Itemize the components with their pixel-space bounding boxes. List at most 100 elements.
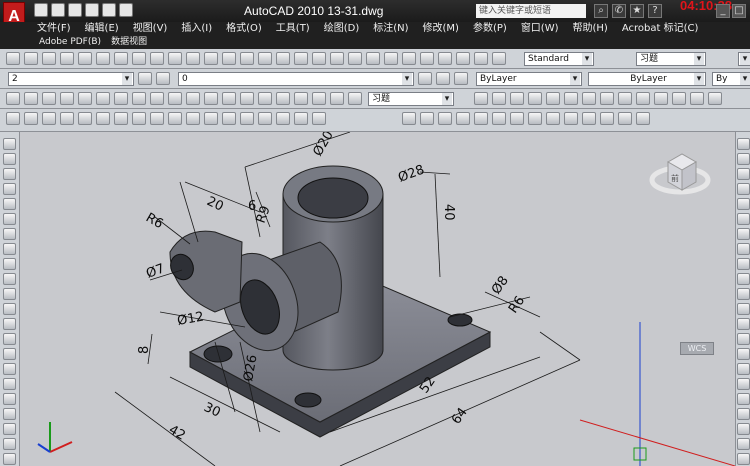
modify-tool-icon[interactable] <box>737 408 750 420</box>
modeling-tool-icon[interactable] <box>96 112 110 125</box>
modeling-tool-icon[interactable] <box>168 112 182 125</box>
modify-tool-icon[interactable] <box>737 138 750 150</box>
menu-modify[interactable]: 修改(M) <box>416 22 466 36</box>
modeling-tool-icon[interactable] <box>618 112 632 125</box>
menu-tools[interactable]: 工具(T) <box>269 22 317 36</box>
menu-view[interactable]: 视图(V) <box>126 22 175 36</box>
standard-tool-icon[interactable] <box>42 52 56 65</box>
draw-tool-icon[interactable] <box>3 288 16 300</box>
open-icon[interactable] <box>51 3 65 17</box>
redo-icon[interactable] <box>102 3 116 17</box>
standard-tool-icon[interactable] <box>402 52 416 65</box>
standard-tool-icon[interactable] <box>240 52 254 65</box>
draw-tool-icon[interactable] <box>3 153 16 165</box>
standard-tool-icon[interactable] <box>438 52 452 65</box>
layer-iso-icon[interactable] <box>454 72 468 85</box>
standard-tool-icon[interactable] <box>204 52 218 65</box>
standard-tool-icon[interactable] <box>348 52 362 65</box>
dimension-tool-icon[interactable] <box>582 92 596 105</box>
modeling-tool-icon[interactable] <box>24 112 38 125</box>
dimension-tool-icon[interactable] <box>348 92 362 105</box>
dimension-tool-icon[interactable] <box>24 92 38 105</box>
draw-tool-icon[interactable] <box>3 213 16 225</box>
modeling-tool-icon[interactable] <box>600 112 614 125</box>
draw-tool-icon[interactable] <box>3 303 16 315</box>
menu-acrobat[interactable]: Acrobat 标记(C) <box>615 22 706 36</box>
lineweight-combo[interactable]: By <box>712 72 750 86</box>
dimension-tool-icon[interactable] <box>312 92 326 105</box>
standard-tool-icon[interactable] <box>150 52 164 65</box>
dimension-tool-icon[interactable] <box>186 92 200 105</box>
menu-window[interactable]: 窗口(W) <box>514 22 566 36</box>
draw-tool-icon[interactable] <box>3 333 16 345</box>
modify-tool-icon[interactable] <box>737 258 750 270</box>
dimension-tool-icon[interactable] <box>474 92 488 105</box>
draw-tool-icon[interactable] <box>3 138 16 150</box>
modify-tool-icon[interactable] <box>737 153 750 165</box>
draw-tool-icon[interactable] <box>3 348 16 360</box>
standard-tool-icon[interactable] <box>168 52 182 65</box>
standard-tool-icon[interactable] <box>78 52 92 65</box>
layer-state-combo[interactable]: 2 <box>8 72 134 86</box>
modeling-tool-icon[interactable] <box>258 112 272 125</box>
draw-tool-icon[interactable] <box>3 423 16 435</box>
modify-tool-icon[interactable] <box>737 363 750 375</box>
modeling-tool-icon[interactable] <box>438 112 452 125</box>
dimension-tool-icon[interactable] <box>690 92 704 105</box>
make-current-icon[interactable] <box>418 72 432 85</box>
modeling-tool-icon[interactable] <box>420 112 434 125</box>
modify-tool-icon[interactable] <box>737 273 750 285</box>
dimension-tool-icon[interactable] <box>672 92 686 105</box>
communication-icon[interactable]: ✆ <box>612 4 626 18</box>
menu-parametric[interactable]: 参数(P) <box>466 22 514 36</box>
standard-tool-icon[interactable] <box>276 52 290 65</box>
modeling-tool-icon[interactable] <box>42 112 56 125</box>
wcs-menu-button[interactable]: WCS <box>680 342 714 355</box>
dimension-tool-icon[interactable] <box>276 92 290 105</box>
modify-tool-icon[interactable] <box>737 333 750 345</box>
save-icon[interactable] <box>68 3 82 17</box>
modeling-tool-icon[interactable] <box>240 112 254 125</box>
modify-tool-icon[interactable] <box>737 198 750 210</box>
draw-tool-icon[interactable] <box>3 198 16 210</box>
dimension-tool-icon[interactable] <box>546 92 560 105</box>
draw-tool-icon[interactable] <box>3 408 16 420</box>
modify-tool-icon[interactable] <box>737 438 750 450</box>
menu-edit[interactable]: 编辑(E) <box>78 22 126 36</box>
modeling-tool-icon[interactable] <box>402 112 416 125</box>
modify-tool-icon[interactable] <box>737 288 750 300</box>
dimension-tool-icon[interactable] <box>96 92 110 105</box>
dimension-tool-icon[interactable] <box>222 92 236 105</box>
modify-tool-icon[interactable] <box>737 168 750 180</box>
dimension-tool-icon[interactable] <box>114 92 128 105</box>
modeling-tool-icon[interactable] <box>636 112 650 125</box>
modify-tool-icon[interactable] <box>737 183 750 195</box>
draw-tool-icon[interactable] <box>3 393 16 405</box>
modeling-tool-icon[interactable] <box>564 112 578 125</box>
draw-tool-icon[interactable] <box>3 228 16 240</box>
draw-tool-icon[interactable] <box>3 438 16 450</box>
standard-tool-icon[interactable] <box>222 52 236 65</box>
modeling-tool-icon[interactable] <box>78 112 92 125</box>
menu-dimension[interactable]: 标注(N) <box>366 22 415 36</box>
modify-tool-icon[interactable] <box>737 378 750 390</box>
layer-combo[interactable]: 0 <box>178 72 414 86</box>
modeling-tool-icon[interactable] <box>186 112 200 125</box>
dimension-tool-icon[interactable] <box>564 92 578 105</box>
dimension-tool-icon[interactable] <box>258 92 272 105</box>
dimension-tool-icon[interactable] <box>330 92 344 105</box>
modify-tool-icon[interactable] <box>737 243 750 255</box>
standard-tool-icon[interactable] <box>114 52 128 65</box>
standard-tool-icon[interactable] <box>492 52 506 65</box>
standard-tool-icon[interactable] <box>420 52 434 65</box>
draw-tool-icon[interactable] <box>3 258 16 270</box>
draw-tool-icon[interactable] <box>3 243 16 255</box>
modeling-tool-icon[interactable] <box>60 112 74 125</box>
modeling-tool-icon[interactable] <box>474 112 488 125</box>
draw-tool-icon[interactable] <box>3 168 16 180</box>
standard-tool-icon[interactable] <box>330 52 344 65</box>
linetype-combo[interactable]: ByLayer <box>588 72 706 86</box>
standard-tool-icon[interactable] <box>366 52 380 65</box>
plot-icon[interactable] <box>119 3 133 17</box>
modeling-tool-icon[interactable] <box>150 112 164 125</box>
